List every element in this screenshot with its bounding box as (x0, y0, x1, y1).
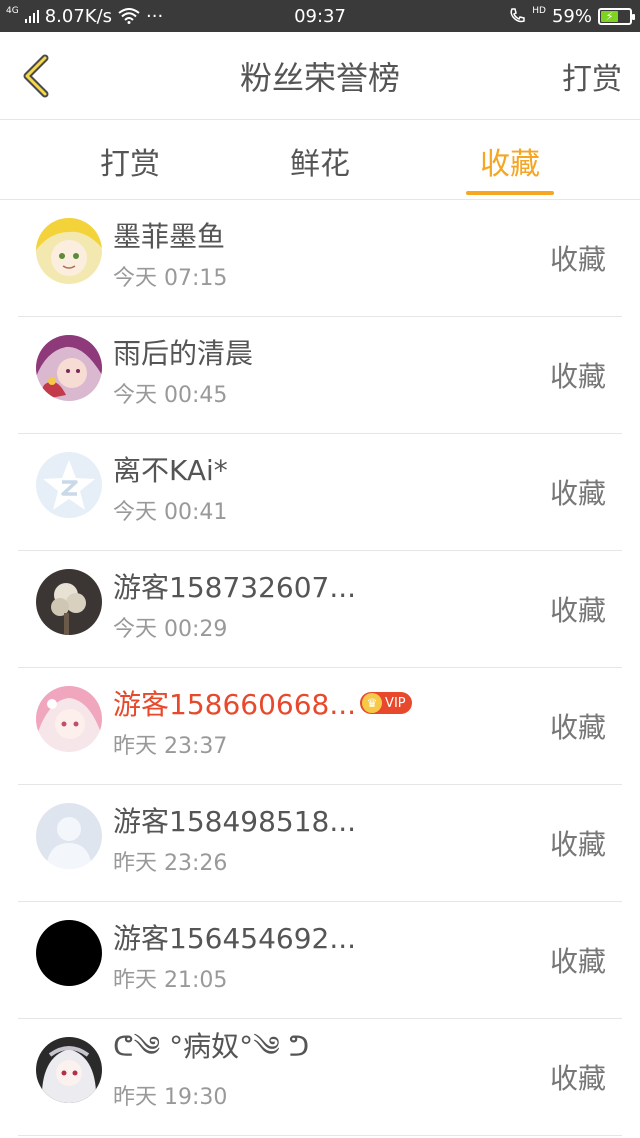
anime-pink-hair-avatar (36, 686, 102, 752)
battery-icon: ⚡ (598, 7, 635, 25)
user-name: 墨菲墨鱼 (113, 220, 226, 253)
user-name: 离不KAi* (113, 454, 228, 487)
list-item[interactable]: 游客156454692... 昨天 21:05 收藏 (18, 902, 622, 1019)
timestamp: 昨天 23:26 (113, 851, 228, 876)
active-tab-indicator (466, 191, 554, 195)
flowers-photo-avatar (36, 569, 102, 635)
battery-fill: ⚡ (601, 10, 618, 23)
timestamp: 今天 00:45 (113, 383, 228, 408)
action-type-label: 收藏 (549, 360, 606, 393)
tab-reward[interactable]: 打赏 (85, 121, 175, 200)
list-item[interactable]: ᕦ༄ °病奴°༄ ᕤ 昨天 19:30 收藏 (18, 1019, 622, 1136)
status-time: 09:37 (294, 5, 346, 27)
star-placeholder-avatar (36, 452, 102, 518)
timestamp: 昨天 23:37 (113, 734, 228, 759)
list-item[interactable]: 墨菲墨鱼 今天 07:15 收藏 (18, 200, 622, 317)
tab-bar: 打赏 鲜花 收藏 (0, 121, 640, 200)
timestamp: 今天 00:29 (113, 617, 228, 642)
user-name: 游客158732607... (113, 571, 357, 604)
user-name: 雨后的清晨 (113, 337, 254, 370)
vip-badge-label: VIP (385, 695, 406, 711)
battery-percent: 59% (551, 5, 592, 27)
status-bar: 4G 8.07K/s ··· 09:37 HD 59% ⚡ (0, 0, 640, 32)
tab-label: 鲜花 (290, 146, 350, 182)
user-name: 游客158498518... (113, 805, 357, 838)
tab-flowers[interactable]: 鲜花 (275, 121, 365, 200)
list-item[interactable]: 游客158660668... ♛ VIP 昨天 23:37 收藏 (18, 668, 622, 785)
avatar[interactable] (36, 686, 102, 752)
tab-label: 收藏 (480, 146, 540, 182)
timestamp: 今天 07:15 (113, 266, 228, 291)
user-name: 游客156454692... (113, 922, 357, 955)
black-avatar (36, 920, 102, 986)
action-type-label: 收藏 (549, 243, 606, 276)
timestamp: 今天 00:41 (113, 500, 228, 525)
page-title: 粉丝荣誉榜 (239, 59, 400, 97)
avatar[interactable] (36, 1037, 102, 1103)
anime-white-hair-avatar (36, 1037, 102, 1103)
action-type-label: 收藏 (549, 711, 606, 744)
hd-tag: HD (532, 5, 546, 16)
list-item[interactable]: 游客158732607... 今天 00:29 收藏 (18, 551, 622, 668)
avatar[interactable] (36, 920, 102, 986)
user-name: 游客158660668... (113, 688, 357, 721)
list-item[interactable]: 离不KAi* 今天 00:41 收藏 (18, 434, 622, 551)
avatar[interactable] (36, 569, 102, 635)
crown-icon: ♛ (362, 693, 383, 713)
avatar[interactable] (36, 452, 102, 518)
app-header: 粉丝荣誉榜 打赏 (0, 32, 640, 120)
avatar[interactable] (36, 218, 102, 284)
action-type-label: 收藏 (549, 945, 606, 978)
avatar[interactable] (36, 803, 102, 869)
tab-label: 打赏 (100, 146, 160, 182)
action-type-label: 收藏 (549, 477, 606, 510)
anime-purple-hair-avatar (36, 335, 102, 401)
vip-badge: ♛ VIP (360, 692, 412, 714)
action-type-label: 收藏 (549, 828, 606, 861)
action-type-label: 收藏 (549, 1062, 606, 1095)
timestamp: 昨天 21:05 (113, 968, 228, 993)
default-user-avatar (36, 803, 102, 869)
timestamp: 昨天 19:30 (113, 1085, 228, 1110)
anime-yellow-hair-avatar (36, 218, 102, 284)
reward-button[interactable]: 打赏 (562, 32, 622, 120)
action-type-label: 收藏 (549, 594, 606, 627)
list-item[interactable]: 雨后的清晨 今天 00:45 收藏 (18, 317, 622, 434)
phone-icon (510, 8, 526, 23)
fan-list: 墨菲墨鱼 今天 07:15 收藏 雨后的清晨 今天 00:45 收藏 离不KAi… (0, 200, 640, 1136)
list-item[interactable]: 游客158498518... 昨天 23:26 收藏 (18, 785, 622, 902)
tab-favorites[interactable]: 收藏 (466, 121, 554, 200)
avatar[interactable] (36, 335, 102, 401)
